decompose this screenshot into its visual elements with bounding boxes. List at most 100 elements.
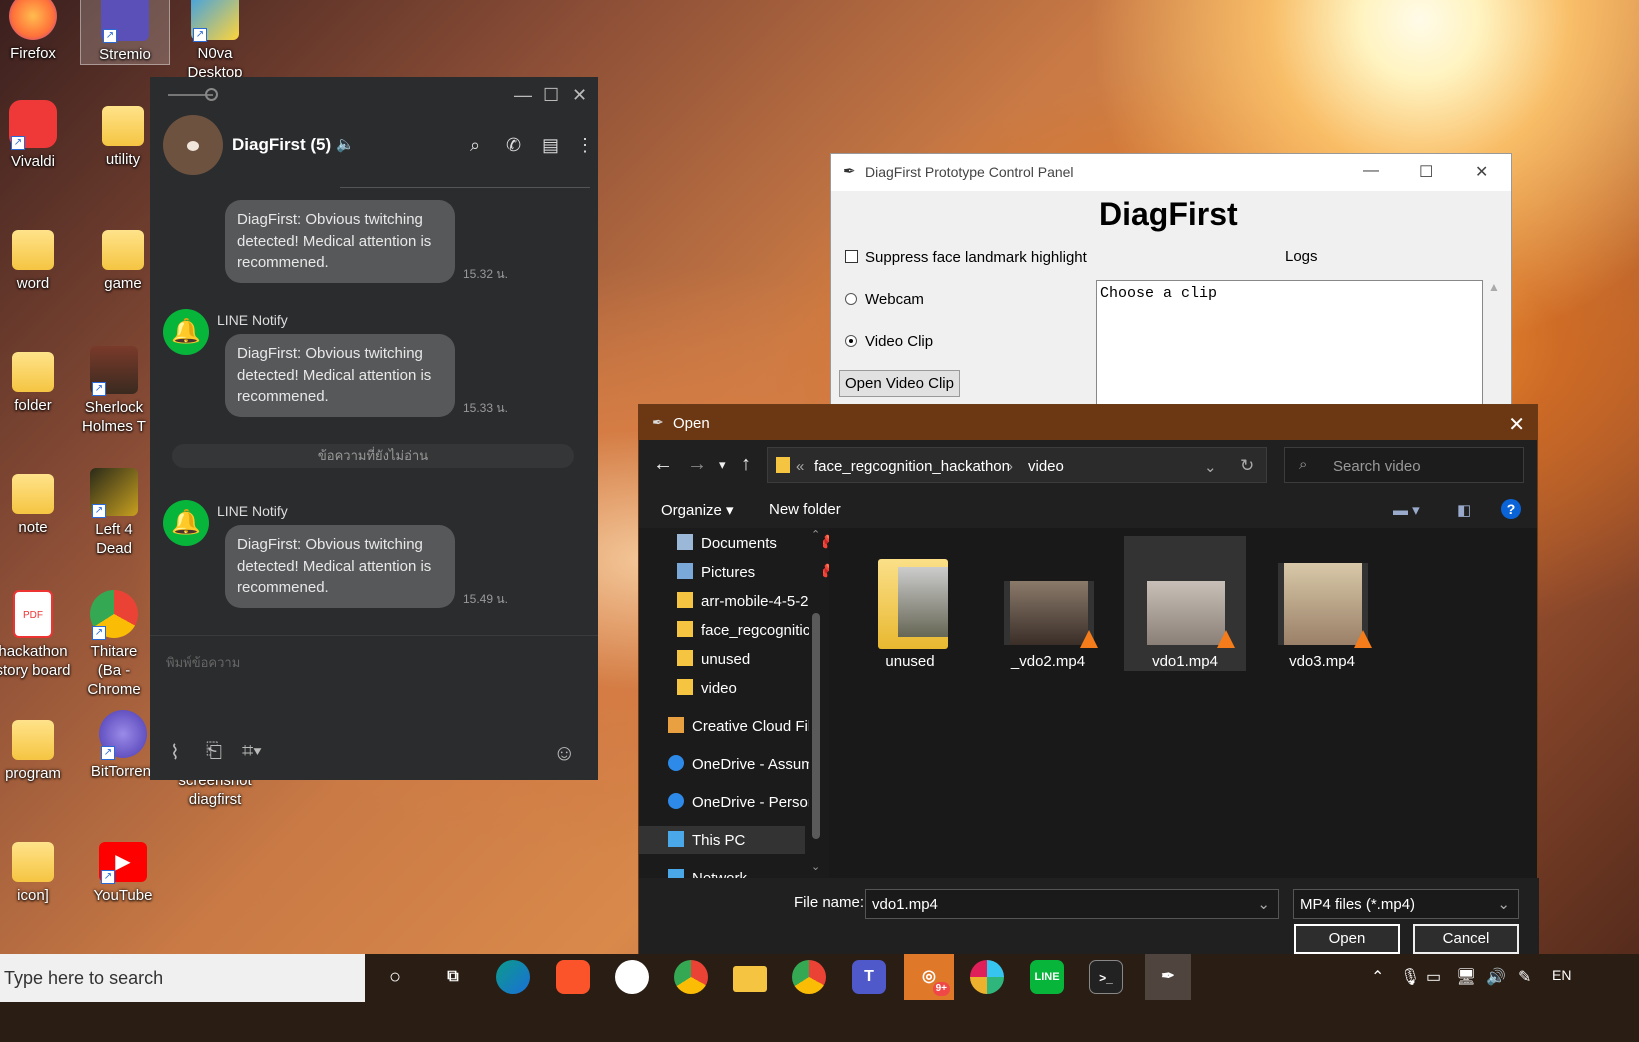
desktop-icon-firefox[interactable]: Firefox: [0, 0, 78, 63]
radio-circle-selected[interactable]: [845, 335, 857, 347]
message-bubble[interactable]: DiagFirst: Obvious twitching detected! M…: [225, 200, 455, 283]
tree-item-video[interactable]: video: [677, 679, 829, 697]
tree-scrollbar[interactable]: ⌃ ⌄: [809, 528, 823, 878]
language-indicator[interactable]: EN: [1552, 967, 1571, 983]
maximize-icon[interactable]: ☐: [1419, 162, 1433, 182]
recent-locations-icon[interactable]: ▾: [719, 457, 726, 473]
radio-circle[interactable]: [845, 293, 857, 305]
microphone-icon[interactable]: 🎙: [1400, 967, 1420, 987]
slack-icon[interactable]: [970, 960, 1004, 994]
brave-icon[interactable]: [556, 960, 590, 994]
file-explorer-icon[interactable]: [733, 966, 767, 992]
chevron-down-icon[interactable]: ⌄: [1257, 895, 1270, 913]
cortana-icon[interactable]: ○: [378, 960, 412, 994]
tree-item-network[interactable]: Network: [668, 869, 828, 878]
desktop-icon-program[interactable]: program: [0, 714, 78, 783]
close-icon[interactable]: ✕: [572, 85, 587, 106]
network-icon[interactable]: 🖥: [1456, 967, 1476, 987]
discord-icon[interactable]: ◎ 9+: [904, 954, 954, 1000]
volume-icon[interactable]: 🔊: [1486, 967, 1506, 987]
screenshot-crop-icon[interactable]: ⌗▾: [242, 740, 262, 763]
notes-icon[interactable]: ▤: [542, 135, 559, 156]
emoji-icon[interactable]: ☺: [553, 740, 575, 766]
video-clip-radio[interactable]: Video Clip: [845, 333, 933, 350]
desktop-icon-hackathon[interactable]: PDF hackathon story board: [0, 590, 78, 680]
desktop-icon-icon-folder[interactable]: icon]: [0, 836, 78, 905]
task-view-icon[interactable]: ⧉: [436, 960, 470, 994]
tree-item-this-pc[interactable]: This PC: [639, 826, 805, 854]
terminal-icon[interactable]: >_: [1089, 960, 1123, 994]
organize-button[interactable]: Organize ▾: [661, 501, 734, 519]
file-name-input[interactable]: vdo1.mp4 ⌄: [865, 889, 1279, 919]
logs-textbox[interactable]: Choose a clip: [1096, 280, 1483, 420]
chevron-down-icon[interactable]: ⌄: [1204, 458, 1217, 476]
chevron-down-icon[interactable]: ⌄: [1497, 895, 1510, 913]
show-hidden-icons[interactable]: ⌃: [1371, 967, 1384, 987]
message-composer[interactable]: พิมพ์ข้อความ ⌇ ⎗ ⌗▾ ☺: [150, 635, 598, 780]
pen-icon[interactable]: ✎: [1518, 967, 1531, 987]
suppress-landmark-checkbox[interactable]: Suppress face landmark highlight: [845, 249, 1087, 266]
file-item-video-selected[interactable]: vdo1.mp4: [1124, 536, 1246, 671]
breadcrumb-item[interactable]: face_regcognition_hackathon: [814, 458, 1010, 475]
desktop-icon-chrome-profile[interactable]: ↗ Thitare (Ba - Chrome: [78, 590, 150, 699]
desktop-icon-sherlock[interactable]: ↗ Sherlock Holmes T: [78, 346, 150, 436]
tree-item-unused[interactable]: unused: [677, 650, 829, 668]
chrome-profile-icon[interactable]: [792, 960, 826, 994]
close-icon[interactable]: ✕: [1475, 162, 1488, 182]
address-bar[interactable]: « face_regcognition_hackathon › video ⌄ …: [767, 447, 1267, 483]
message-input[interactable]: พิมพ์ข้อความ: [166, 652, 240, 673]
open-video-clip-button[interactable]: Open Video Clip: [839, 370, 960, 397]
up-arrow-icon[interactable]: ↑: [741, 453, 751, 476]
message-bubble[interactable]: DiagFirst: Obvious twitching detected! M…: [225, 334, 455, 417]
bell-icon[interactable]: 🔔: [163, 500, 209, 546]
close-icon[interactable]: ✕: [1508, 412, 1525, 437]
desktop-icon-vivaldi[interactable]: ↗ Vivaldi: [0, 100, 78, 171]
tree-item-onedrive-assum[interactable]: OneDrive - Assum: [668, 755, 828, 773]
phone-icon[interactable]: ✆: [506, 135, 521, 156]
desktop-icon-word[interactable]: word: [0, 224, 78, 293]
desktop-icon-left4dead[interactable]: ↗ Left 4 Dead: [78, 468, 150, 558]
search-icon[interactable]: ⌕: [470, 135, 480, 156]
forward-arrow-icon[interactable]: →: [687, 453, 707, 476]
file-type-select[interactable]: MP4 files (*.mp4) ⌄: [1293, 889, 1519, 919]
more-options-icon[interactable]: ⋮: [576, 135, 594, 156]
desktop-icon-stremio[interactable]: ↗ Stremio: [80, 0, 170, 65]
tree-item-documents[interactable]: Documents📌: [677, 534, 829, 552]
checkbox-box[interactable]: [845, 250, 858, 263]
tree-item-face-regcognition[interactable]: face_regcognitic: [677, 621, 829, 639]
paperclip-icon[interactable]: ⌇: [170, 740, 180, 765]
file-item-video[interactable]: _vdo2.mp4: [987, 536, 1109, 671]
opacity-slider-knob[interactable]: [205, 88, 218, 101]
desktop-icon-n0va[interactable]: ↗ N0va Desktop: [170, 0, 260, 82]
open-button[interactable]: Open: [1294, 924, 1400, 954]
edge-icon[interactable]: [496, 960, 530, 994]
taskbar-search-input[interactable]: Type here to search: [0, 954, 365, 1002]
search-input[interactable]: ⌕ Search video: [1284, 447, 1524, 483]
minimize-icon[interactable]: —: [1363, 162, 1379, 180]
back-arrow-icon[interactable]: ←: [653, 453, 673, 476]
desktop-icon-folder[interactable]: folder: [0, 346, 78, 415]
bookmark-icon[interactable]: ⎗: [206, 740, 222, 763]
chrome-icon[interactable]: [674, 960, 708, 994]
line-icon[interactable]: LINE: [1030, 960, 1064, 994]
python-feather-icon[interactable]: ✒: [1145, 954, 1191, 1000]
chat-title[interactable]: DiagFirst (5): [232, 135, 331, 155]
scroll-up-icon[interactable]: ⌃: [811, 528, 820, 541]
n0va-icon[interactable]: [615, 960, 649, 994]
tree-item-creative-cloud[interactable]: Creative Cloud Fil: [668, 717, 828, 735]
tree-item-onedrive-personal[interactable]: OneDrive - Persor: [668, 793, 828, 811]
desktop-icon-note[interactable]: note: [0, 468, 78, 537]
help-icon[interactable]: ?: [1501, 499, 1521, 519]
scrollbar-thumb[interactable]: [812, 613, 820, 839]
refresh-icon[interactable]: ↻: [1240, 456, 1254, 476]
file-item-folder[interactable]: unused: [849, 536, 971, 671]
teams-icon[interactable]: T: [852, 960, 886, 994]
battery-icon[interactable]: ▭: [1426, 967, 1441, 987]
file-item-video[interactable]: vdo3.mp4: [1261, 536, 1383, 671]
preview-pane-icon[interactable]: ◧: [1457, 501, 1471, 519]
breadcrumb-item[interactable]: video: [1028, 458, 1064, 475]
group-avatar[interactable]: [163, 115, 223, 175]
message-bubble[interactable]: DiagFirst: Obvious twitching detected! M…: [225, 525, 455, 608]
desktop-icon-youtube[interactable]: ▶ ↗ YouTube: [78, 836, 168, 905]
view-options-icon[interactable]: ▬ ▾: [1393, 501, 1420, 519]
